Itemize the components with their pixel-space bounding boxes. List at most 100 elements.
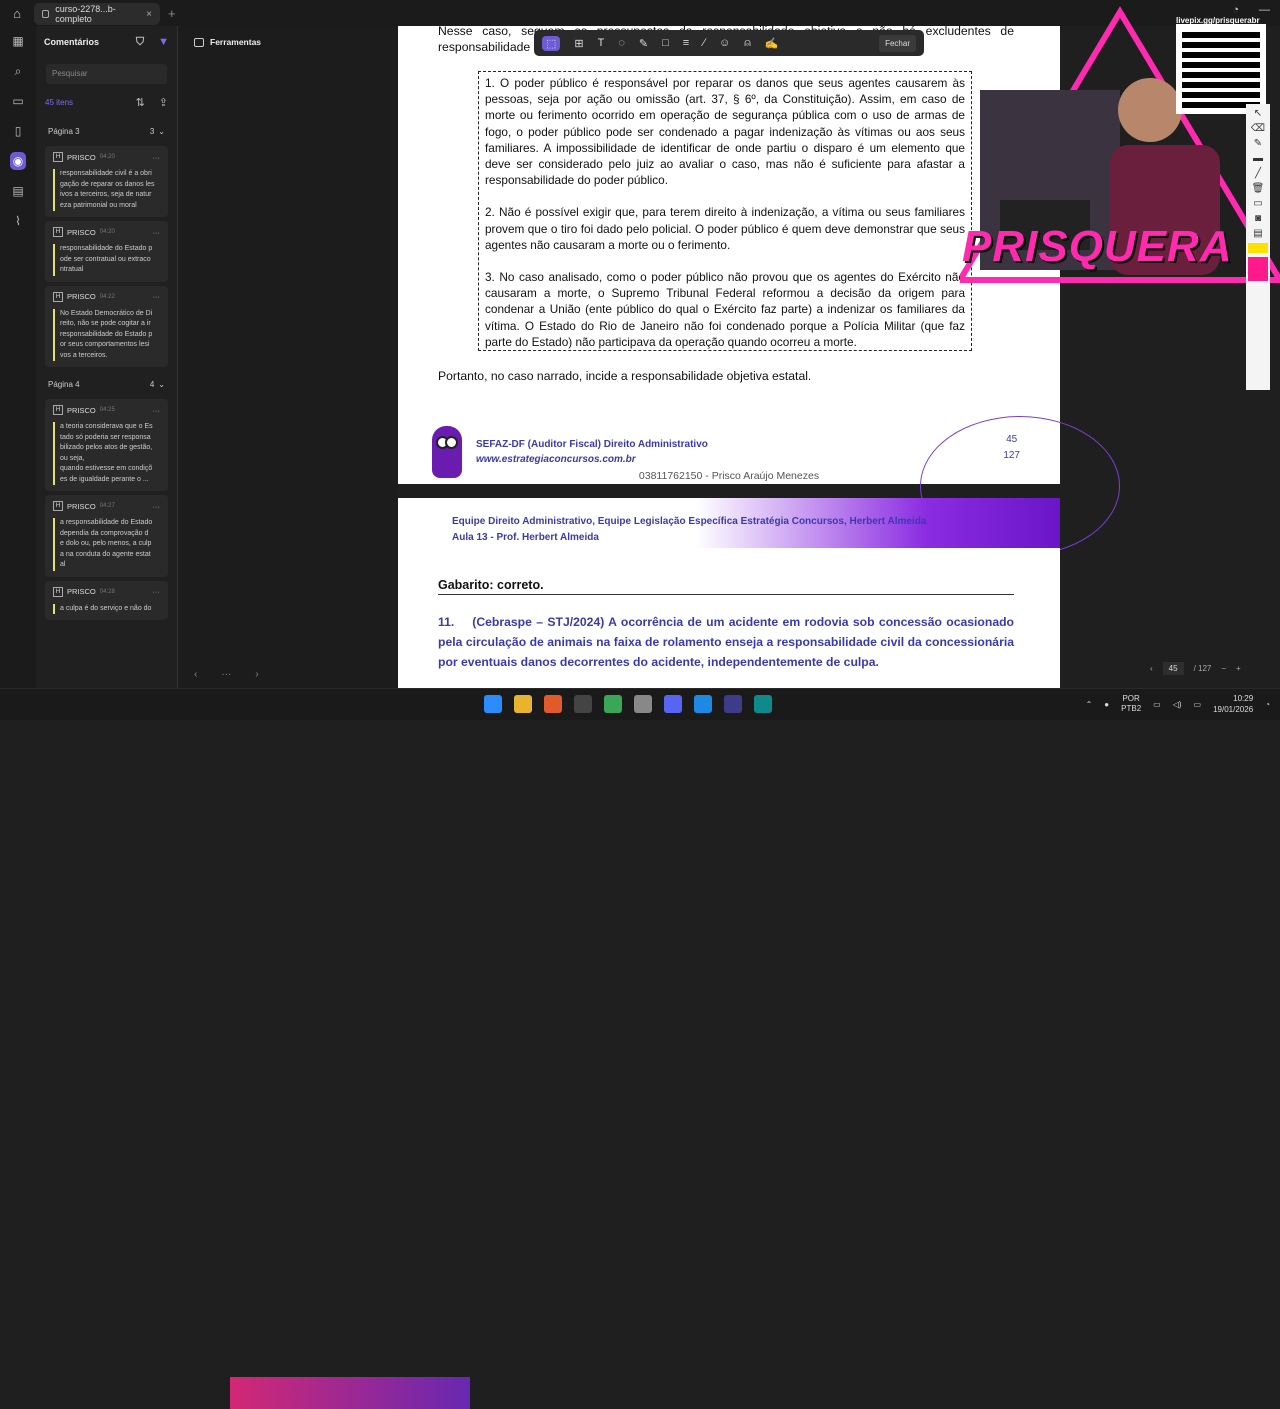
zoom-out-icon[interactable]: − (1221, 664, 1226, 673)
stream-logo: PRISQUERA (962, 222, 1233, 271)
bookmark-icon[interactable]: ▯ (0, 116, 36, 146)
clipboard-icon[interactable]: ▤ (1253, 228, 1262, 239)
home-icon[interactable]: ⌂ (0, 6, 34, 21)
signature-person-icon[interactable]: ⍝ (744, 37, 751, 50)
search-icon[interactable]: ⌕ (0, 56, 36, 86)
page-navigator: ‹ 45 / 127 − + (1150, 662, 1241, 675)
pen-tool-icon[interactable]: ✎ (639, 37, 648, 50)
tray-chevron-icon[interactable]: ⌃ (1086, 700, 1093, 709)
marker-icon[interactable]: ▬ (1253, 153, 1263, 164)
comments-icon[interactable]: ◉ (0, 146, 36, 176)
export-icon[interactable]: ⇪ (159, 96, 168, 109)
footer-title: SEFAZ-DF (Auditor Fiscal) Direito Admini… (476, 439, 708, 450)
sort-icon[interactable]: ⇅ (136, 96, 145, 109)
whatsapp-icon[interactable] (604, 695, 622, 713)
discord-icon[interactable] (664, 695, 682, 713)
comment-tool-icon[interactable]: ◌ (618, 37, 625, 49)
chevron-right-icon[interactable]: › (255, 669, 258, 680)
document-page-46: Equipe Direito Administrativo, Equipe Le… (398, 498, 1060, 688)
file-explorer-icon[interactable] (514, 695, 532, 713)
app-icon[interactable] (574, 695, 592, 713)
chevron-left-icon[interactable]: ‹ (194, 669, 197, 680)
more-options-icon[interactable]: ··· (153, 153, 161, 162)
trash-icon[interactable]: 🗑 (1252, 183, 1265, 194)
document-tab[interactable]: curso-2278...b-completo × (34, 3, 160, 25)
obs-icon[interactable] (634, 695, 652, 713)
tools-header[interactable]: Ferramentas (178, 26, 398, 58)
close-tab-icon[interactable]: × (146, 9, 152, 20)
comment-card[interactable]: H PRISCO 04:20 ··· responsabilidade do Estad… (45, 221, 168, 282)
comment-card[interactable]: H PRISCO 04:22 ··· No Estado Democrático de … (45, 285, 168, 367)
chevron-down-icon: ⌄ (158, 379, 165, 389)
more-options-icon[interactable]: ··· (153, 292, 161, 301)
select-tool-icon[interactable]: ⬚ (542, 35, 561, 51)
highlighter-icon[interactable]: ⁄ (703, 37, 705, 49)
tab-title: curso-2278...b-completo (55, 4, 116, 24)
text-tool-icon[interactable]: T (598, 37, 605, 49)
notifications-icon[interactable]: ◔ (1265, 700, 1270, 709)
clock-time: 10:29 (1233, 694, 1254, 703)
comments-panel: Comentários ⛉ ▼ Pesquisar 45 itens ⇅ ⇪ P… (36, 26, 178, 688)
taskbar-apps (484, 695, 772, 713)
text-box-icon[interactable]: ⊞ (574, 37, 583, 50)
pointer-icon[interactable]: ↖ (1254, 108, 1262, 119)
zoom-in-icon[interactable]: + (1236, 664, 1241, 673)
clock[interactable]: 10:29 19/01/2026 (1213, 693, 1253, 715)
comments-page-group-header[interactable]: Página 4 4 ⌄ (36, 373, 177, 395)
more-options-icon[interactable]: ··· (153, 228, 161, 237)
stamp-icon[interactable]: ☺ (719, 37, 730, 49)
comment-card[interactable]: H PRISCO 04:28 ··· a culpa é do serviço e nã… (45, 580, 168, 620)
comment-text: a culpa é do serviço e não do (53, 603, 160, 614)
document-view-icon[interactable]: ▭ (0, 86, 36, 116)
camera-icon[interactable]: ◙ (1255, 213, 1261, 224)
comments-page-group-header[interactable]: Página 3 3 ⌄ (36, 120, 177, 142)
yellow-swatch[interactable] (1248, 243, 1268, 253)
comments-search-input[interactable]: Pesquisar (46, 64, 167, 84)
edge-icon[interactable] (754, 695, 772, 713)
pdf-reader-icon[interactable] (724, 695, 742, 713)
comments-count: 45 itens (45, 97, 74, 107)
comment-card[interactable]: H PRISCO 04:27 ··· a responsabilidade do Est… (45, 495, 168, 577)
line-tool-icon[interactable]: ≡ (683, 37, 689, 49)
comment-text: a responsabilidade do Estado dependia da… (53, 518, 160, 571)
divider (438, 594, 1014, 595)
new-tab-button[interactable]: + (168, 6, 176, 21)
volume-icon[interactable]: ◁) (1173, 700, 1182, 709)
pen-icon[interactable]: ✎ (1254, 138, 1262, 149)
network-icon[interactable]: ▭ (1153, 700, 1161, 709)
attachment-icon[interactable]: ⌇ (0, 206, 36, 236)
footer-url[interactable]: www.estrategiaconcursos.com.br (476, 454, 708, 465)
shape-tool-icon[interactable]: □ (662, 37, 669, 49)
drawing-overlay-tools: ↖ ⌫ ✎ ▬ ╱ 🗑 ▭ ◙ ▤ (1246, 104, 1270, 390)
grid-view-icon[interactable]: ▦ (0, 26, 36, 56)
highlight-icon: H (53, 405, 63, 415)
battery-icon[interactable]: ▭ (1194, 700, 1202, 709)
chrome-remote-icon[interactable] (694, 695, 712, 713)
filter-icon[interactable]: ⛉ (136, 36, 144, 49)
eraser-icon[interactable]: ⌫ (1251, 123, 1265, 134)
brave-icon[interactable] (544, 695, 562, 713)
clock-date: 19/01/2026 (1213, 705, 1254, 714)
more-icon[interactable]: ··· (221, 669, 231, 680)
signature-icon[interactable]: ✍ (765, 37, 779, 50)
page-input[interactable]: 45 (1162, 662, 1184, 675)
comment-card[interactable]: H PRISCO 04:20 ··· responsabilidade civil é … (45, 146, 168, 217)
prev-page-icon[interactable]: ‹ (1150, 664, 1153, 673)
board-icon[interactable]: ▭ (1253, 198, 1262, 209)
more-options-icon[interactable]: ··· (153, 587, 161, 596)
highlight-icon: H (53, 586, 63, 597)
more-options-icon[interactable]: ··· (153, 406, 161, 415)
more-options-icon[interactable]: ··· (153, 502, 161, 511)
comment-card[interactable]: H PRISCO 04:25 ··· a teoria considerava que … (45, 399, 168, 491)
line-icon[interactable]: ╱ (1255, 168, 1261, 179)
input-language[interactable]: POR PTB2 (1121, 694, 1141, 714)
layers-icon[interactable]: ▤ (0, 176, 36, 206)
mic-icon[interactable]: ● (1104, 700, 1109, 709)
tools-footer: ‹ ··· › (194, 669, 259, 680)
pink-swatch[interactable] (1248, 257, 1268, 281)
close-toolbar-button[interactable]: Fechar (879, 34, 916, 52)
comment-time: 04:20 (99, 229, 115, 235)
pin-icon[interactable]: ▼ (158, 36, 169, 49)
start-icon[interactable] (484, 695, 502, 713)
conclusion-paragraph: Portanto, no caso narrado, incide a resp… (438, 369, 812, 383)
